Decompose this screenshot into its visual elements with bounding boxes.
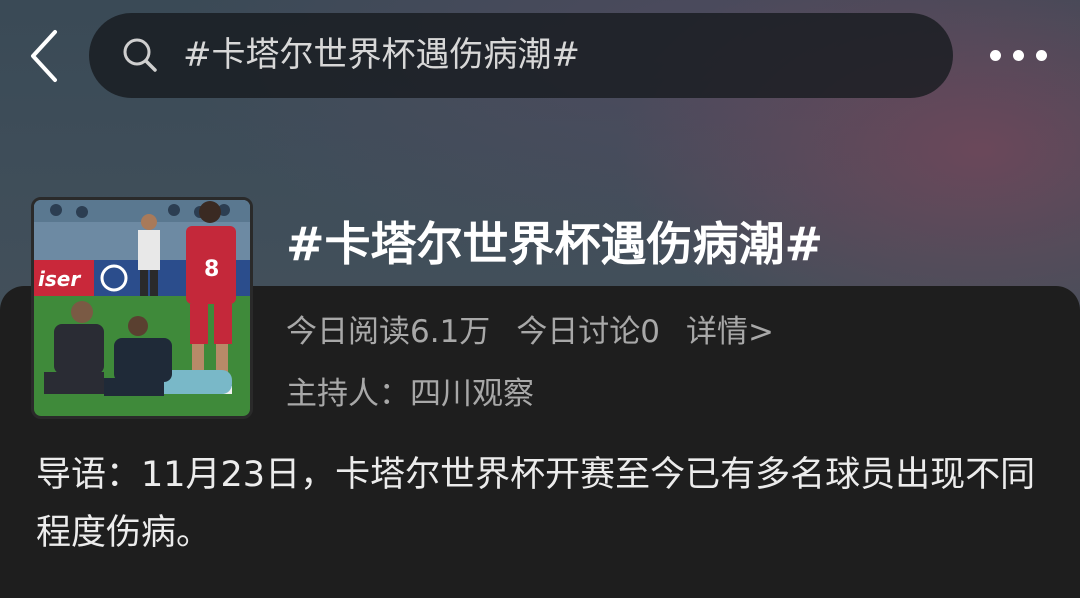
search-icon (123, 38, 157, 72)
chevron-left-icon (31, 30, 57, 82)
football-injury-image: iser 8 (34, 200, 250, 416)
more-dots-icon (1035, 49, 1047, 61)
topic-host: 主持人：四川观察 (286, 376, 534, 412)
details-link[interactable]: 详情> (686, 308, 774, 356)
topic-thumbnail[interactable]: iser 8 (31, 197, 253, 419)
back-button[interactable] (22, 26, 66, 86)
more-options-button[interactable] (978, 34, 1058, 76)
ad-board-text: iser (38, 267, 81, 291)
more-dots-icon (989, 49, 1001, 61)
jersey-number: 8 (204, 257, 219, 282)
topic-intro: 导语：11月23日，卡塔尔世界杯开赛至今已有多名球员出现不同程度伤病。 (36, 455, 1036, 553)
search-query-text: #卡塔尔世界杯遇伤病潮# (183, 35, 580, 75)
today-discussions: 今日讨论0 (516, 314, 661, 350)
topic-title: #卡塔尔世界杯遇伤病潮# (286, 217, 824, 271)
search-bar[interactable]: #卡塔尔世界杯遇伤病潮# (89, 13, 953, 98)
today-reads: 今日阅读6.1万 (286, 314, 491, 350)
topic-stats: 今日阅读6.1万 今日讨论0 详情> (286, 308, 774, 356)
more-dots-icon (1012, 49, 1024, 61)
